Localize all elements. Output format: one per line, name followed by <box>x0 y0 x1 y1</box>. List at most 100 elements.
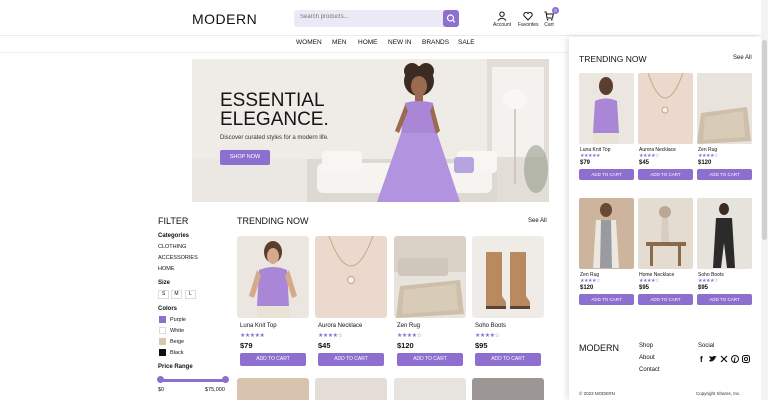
product-name[interactable]: Soho Boots <box>475 323 506 329</box>
price-min-label: $0 <box>158 387 165 393</box>
category-accessories[interactable]: ACCESSORIES <box>158 255 198 261</box>
search-button[interactable] <box>443 10 459 27</box>
rug-image <box>394 236 466 318</box>
product-rating: ★★★★☆ <box>639 153 659 159</box>
site-header: MODERN Account Favorites <box>0 0 768 36</box>
hero-image <box>192 59 549 202</box>
product-card-partial[interactable] <box>472 378 544 400</box>
product-price: $45 <box>318 341 331 350</box>
size-l-chip[interactable]: L <box>185 290 196 299</box>
product-image[interactable] <box>697 198 752 269</box>
add-to-cart-button[interactable]: ADD TO CART <box>638 169 693 180</box>
color-swatch-white[interactable] <box>159 327 166 334</box>
product-card[interactable]: Zen Rug ★★★★☆ $120 ADD TO CART <box>394 236 466 371</box>
product-card[interactable]: Soho Boots ★★★★☆ $95 ADD TO CART <box>472 236 544 371</box>
product-rating: ★★★★★ <box>580 153 600 159</box>
hero-title: ESSENTIAL ELEGANCE. <box>220 91 360 129</box>
product-card-partial[interactable] <box>315 378 387 400</box>
add-to-cart-button[interactable]: ADD TO CART <box>475 353 541 366</box>
color-label-black: Black <box>170 350 184 356</box>
color-label-purple: Purple <box>170 317 186 323</box>
product-card[interactable]: Luna Knit Top ★★★★★ $79 ADD TO CART <box>237 236 309 371</box>
panel-see-all-link[interactable]: See All <box>733 55 752 61</box>
color-swatch-black[interactable] <box>159 349 166 356</box>
nav-item-new-in[interactable]: NEW IN <box>388 39 411 46</box>
add-to-cart-button[interactable]: ADD TO CART <box>579 294 634 305</box>
trending-see-all-link[interactable]: See All <box>528 218 547 224</box>
price-range-track <box>160 379 226 382</box>
product-price: $120 <box>397 341 414 350</box>
product-image[interactable] <box>638 198 693 269</box>
jumpsuit-image <box>697 198 752 269</box>
facebook-icon[interactable]: f <box>698 355 706 363</box>
home-decor-image <box>638 198 693 269</box>
product-image[interactable] <box>472 236 544 318</box>
category-home[interactable]: HOME <box>158 266 175 272</box>
x-icon[interactable] <box>720 355 728 363</box>
add-to-cart-button[interactable]: ADD TO CART <box>697 169 752 180</box>
product-image[interactable] <box>237 236 309 318</box>
product-price: $120 <box>580 285 594 291</box>
scrollbar[interactable] <box>761 0 768 400</box>
add-to-cart-button[interactable]: ADD TO CART <box>240 353 306 366</box>
pinterest-icon[interactable] <box>731 355 739 363</box>
product-image[interactable] <box>315 236 387 318</box>
category-clothing[interactable]: CLOTHING <box>158 244 186 250</box>
model-image <box>579 198 634 269</box>
scrollbar-thumb[interactable] <box>762 40 767 240</box>
product-image[interactable] <box>394 236 466 318</box>
add-to-cart-button[interactable]: ADD TO CART <box>697 294 752 305</box>
site-logo[interactable]: MODERN <box>192 11 257 27</box>
instagram-icon[interactable] <box>742 355 750 363</box>
product-name[interactable]: Luna Knit Top <box>240 323 277 329</box>
necklace-image <box>638 73 693 144</box>
hero-title-line1: ESSENTIAL <box>220 90 325 111</box>
nav-item-men[interactable]: MEN <box>332 39 346 46</box>
size-heading: Size <box>158 280 171 286</box>
product-image[interactable] <box>638 73 693 144</box>
panel-footer: MODERN Shop About Contact Social f © 202… <box>569 325 761 400</box>
footer-link-shop[interactable]: Shop <box>639 343 653 349</box>
account-link[interactable]: Account <box>493 11 511 28</box>
hero-subtitle: Discover curated styles for a modern lif… <box>220 135 329 141</box>
add-to-cart-button[interactable]: ADD TO CART <box>318 353 384 366</box>
favorites-link[interactable]: Favorites <box>518 11 539 28</box>
price-min-handle[interactable] <box>157 376 164 383</box>
footer-link-about[interactable]: About <box>639 355 655 361</box>
product-name[interactable]: Zen Rug <box>397 323 420 329</box>
trending-title: TRENDING NOW <box>237 216 309 226</box>
add-to-cart-button[interactable]: ADD TO CART <box>397 353 463 366</box>
product-card-partial[interactable] <box>237 378 309 400</box>
product-rating: ★★★★☆ <box>698 153 718 159</box>
add-to-cart-button[interactable]: ADD TO CART <box>638 294 693 305</box>
footer-logo[interactable]: MODERN <box>579 343 619 353</box>
color-swatch-purple[interactable] <box>159 316 166 323</box>
product-rating: ★★★★☆ <box>639 278 659 284</box>
product-image[interactable] <box>697 73 752 144</box>
twitter-icon[interactable] <box>709 355 717 363</box>
nav-item-home[interactable]: HOME <box>358 39 378 46</box>
nav-item-brands[interactable]: BRANDS <box>422 39 449 46</box>
product-price: $95 <box>698 285 709 291</box>
product-card-partial[interactable] <box>394 378 466 400</box>
nav-item-sale[interactable]: SALE <box>458 39 475 46</box>
add-to-cart-button[interactable]: ADD TO CART <box>579 169 634 180</box>
categories-heading: Categories <box>158 233 190 239</box>
product-image[interactable] <box>579 73 634 144</box>
size-s-chip[interactable]: S <box>158 290 169 299</box>
rug-image <box>697 73 752 144</box>
footer-link-contact[interactable]: Contact <box>639 367 660 373</box>
product-card[interactable]: Aurora Necklace ★★★★☆ $45 ADD TO CART <box>315 236 387 371</box>
page: MODERN Account Favorites <box>0 0 768 400</box>
product-name[interactable]: Aurora Necklace <box>318 323 362 329</box>
cart-link[interactable]: Cart 0 <box>544 7 559 28</box>
color-swatch-beige[interactable] <box>159 338 166 345</box>
hero-banner: ESSENTIAL ELEGANCE. Discover curated sty… <box>192 59 549 202</box>
price-max-handle[interactable] <box>222 376 229 383</box>
search-input[interactable] <box>300 14 440 20</box>
product-price: $120 <box>698 160 712 166</box>
product-image[interactable] <box>579 198 634 269</box>
nav-item-women[interactable]: WOMEN <box>296 39 322 46</box>
shop-now-button[interactable]: SHOP NOW <box>220 150 270 165</box>
size-m-chip[interactable]: M <box>171 290 182 299</box>
